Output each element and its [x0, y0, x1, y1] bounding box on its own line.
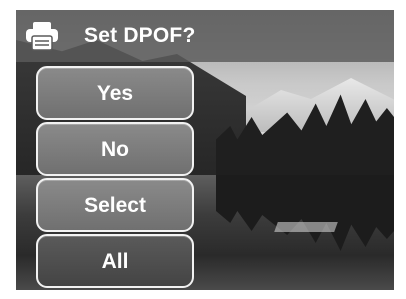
select-button[interactable]: Select — [36, 178, 194, 232]
yes-button[interactable]: Yes — [36, 66, 194, 120]
no-button[interactable]: No — [36, 122, 194, 176]
all-button[interactable]: All — [36, 234, 194, 288]
all-button-label: All — [101, 249, 129, 273]
dialog-title-bar: Set DPOF? — [16, 10, 394, 62]
select-button-label: Select — [84, 193, 146, 217]
photo-water-shine — [274, 222, 338, 232]
printer-icon — [24, 21, 60, 51]
yes-button-label: Yes — [96, 81, 134, 105]
dialog-title: Set DPOF? — [84, 24, 196, 47]
no-button-label: No — [101, 137, 129, 161]
camera-screen: Set DPOF? Yes No Select All — [16, 10, 394, 290]
